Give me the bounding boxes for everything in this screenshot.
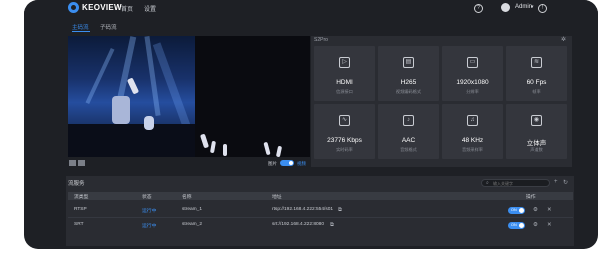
table-row: SRT 运行中 stream_2 srt://192.168.4.222:808… xyxy=(68,218,573,233)
notification-icon[interactable]: ! xyxy=(538,4,547,13)
copy-icon[interactable]: ⧉ xyxy=(338,207,342,214)
tile-label: 实时码率 xyxy=(336,147,353,152)
column-header-address: 地址 xyxy=(272,195,282,200)
video-black-area xyxy=(195,36,310,157)
stream-info-panel: S2Pro ✲ ▷ HDMI 信源接口 ▤ H265 视频编码格式 ▭ 1920… xyxy=(311,36,572,167)
active-tab-indicator xyxy=(72,31,90,32)
image-mode-label: 图片 xyxy=(268,161,277,166)
tile-label: 声道数 xyxy=(530,147,543,152)
tile-video-codec: ▤ H265 视频编码格式 xyxy=(378,46,439,101)
tile-value: AAC xyxy=(401,137,416,144)
delete-icon[interactable]: ✕ xyxy=(547,222,552,228)
stream-address: srt://192.168.4.222:8080 xyxy=(272,222,325,227)
play-icon: ▷ xyxy=(339,57,350,68)
grid-view-icon[interactable] xyxy=(69,160,76,166)
stream-type: RTSP xyxy=(74,207,87,212)
logo-mark-icon xyxy=(68,2,79,13)
tile-label: 信源接口 xyxy=(336,89,353,94)
help-icon[interactable]: ? xyxy=(474,4,483,13)
video-mode-label: 视频 xyxy=(297,161,306,166)
tile-label: 帧率 xyxy=(532,89,541,94)
tile-value: 60 Fps xyxy=(526,79,547,86)
stream-enable-toggle[interactable]: ON xyxy=(508,207,525,214)
stream-name: stream_1 xyxy=(182,207,202,212)
user-name[interactable]: Admin xyxy=(515,4,532,10)
search-box[interactable]: ⌕ xyxy=(481,179,550,187)
stream-status: 运行中 xyxy=(142,209,157,214)
tab-sub-stream[interactable]: 子码流 xyxy=(100,23,117,31)
stream-name: stream_2 xyxy=(182,222,202,227)
stream-status: 运行中 xyxy=(142,224,157,229)
settings-icon[interactable]: ⚙ xyxy=(533,222,538,228)
add-icon[interactable]: + xyxy=(554,179,558,185)
preview-mode-toggle[interactable] xyxy=(280,160,294,166)
tile-label: 音频格式 xyxy=(400,147,417,152)
tile-value: HDMI xyxy=(336,79,353,86)
search-input[interactable] xyxy=(493,180,547,186)
top-bar: KEOVIEW 首页 设置 ? Admin ▾ ! xyxy=(24,0,598,17)
tab-main-stream[interactable]: 主码流 xyxy=(72,23,89,31)
tile-value: 23776 Kbps xyxy=(327,137,362,144)
tile-frame-rate: ≋ 60 Fps 帧率 xyxy=(506,46,567,101)
column-header-name: 名称 xyxy=(182,195,192,200)
tile-sample-rate: ♫ 48 KHz 音频采样率 xyxy=(442,104,503,159)
stream-address: rtsp://192.168.4.222:554/s01 xyxy=(272,207,334,212)
tile-value: 立体声 xyxy=(526,140,547,147)
chevron-down-icon[interactable]: ▾ xyxy=(531,4,534,10)
layers-icon: ≋ xyxy=(531,57,542,68)
section-title: 流服务 xyxy=(68,181,85,187)
tile-audio-format: ♪ AAC 音频格式 xyxy=(378,104,439,159)
table-header: 流类型 状态 名称 地址 操作 xyxy=(68,192,573,200)
file-icon: ▤ xyxy=(403,57,414,68)
video-controls-bar: 图片 视频 xyxy=(68,157,310,167)
column-header-actions: 操作 xyxy=(526,195,536,200)
stream-enable-toggle[interactable]: ON xyxy=(508,222,525,229)
stream-services-panel: 流服务 ⌕ + ↻ 流类型 状态 名称 地址 操作 RTSP 运行中 strea… xyxy=(66,176,574,246)
tile-label: 视频编码格式 xyxy=(395,89,422,94)
stream-tabs: 主码流 子码流 xyxy=(66,20,576,32)
list-view-icon[interactable] xyxy=(78,160,85,166)
audio-file-icon: ♪ xyxy=(403,115,414,126)
music-icon: ♫ xyxy=(467,115,478,126)
table-row: RTSP 运行中 stream_1 rtsp://192.168.4.222:5… xyxy=(68,203,573,218)
device-model: S2Pro xyxy=(314,37,328,43)
pulse-icon: ∿ xyxy=(339,115,350,126)
gear-icon[interactable]: ✲ xyxy=(561,36,566,43)
settings-icon[interactable]: ⚙ xyxy=(533,207,538,213)
copy-icon[interactable]: ⧉ xyxy=(330,222,334,229)
tile-value: H265 xyxy=(400,79,417,86)
column-header-status: 状态 xyxy=(142,195,152,200)
monitor-icon: ▭ xyxy=(467,57,478,68)
tile-label: 音频采样率 xyxy=(462,147,483,152)
tile-source-interface: ▷ HDMI 信源接口 xyxy=(314,46,375,101)
stream-type: SRT xyxy=(74,222,84,227)
device-frame: KEOVIEW 首页 设置 ? Admin ▾ ! 主码流 子码流 图片 视频 … xyxy=(24,0,598,249)
video-preview[interactable] xyxy=(68,36,310,157)
search-icon: ⌕ xyxy=(486,180,489,186)
tile-value: 48 KHz xyxy=(461,137,484,144)
tile-resolution: ▭ 1920x1080 分辨率 xyxy=(442,46,503,101)
delete-icon[interactable]: ✕ xyxy=(547,207,552,213)
column-header-type: 流类型 xyxy=(74,195,89,200)
avatar[interactable] xyxy=(501,3,510,12)
video-frame-image xyxy=(68,36,195,157)
nav-item-settings[interactable]: 设置 xyxy=(144,4,156,13)
tile-label: 分辨率 xyxy=(466,89,479,94)
speaker-icon: ◉ xyxy=(531,115,542,126)
tile-bitrate: ∿ 23776 Kbps 实时码率 xyxy=(314,104,375,159)
logo-text: KEOVIEW xyxy=(82,3,122,12)
tile-value: 1920x1080 xyxy=(456,79,489,86)
refresh-icon[interactable]: ↻ xyxy=(563,179,568,186)
tile-channels: ◉ 立体声 声道数 xyxy=(506,104,567,159)
nav-item-home[interactable]: 首页 xyxy=(121,4,133,13)
brand-logo[interactable]: KEOVIEW xyxy=(68,2,122,13)
